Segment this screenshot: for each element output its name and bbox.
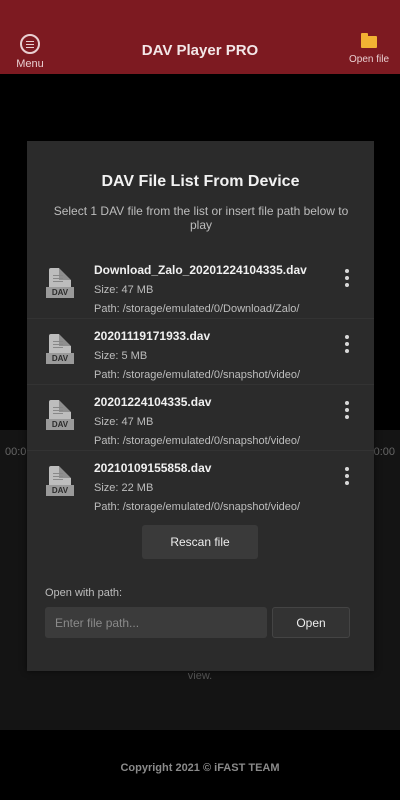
- file-list-item[interactable]: DAV 20210109155858.dav Size: 22 MB Path:…: [27, 451, 374, 516]
- file-path: Path: /storage/emulated/0/snapshot/video…: [94, 501, 301, 513]
- dav-file-icon: DAV: [46, 400, 76, 434]
- file-name: Download_Zalo_20201224104335.dav: [94, 263, 307, 277]
- file-path: Path: /storage/emulated/0/snapshot/video…: [94, 369, 301, 381]
- more-options-icon[interactable]: [341, 399, 353, 423]
- background-hint-text: view.: [187, 670, 213, 682]
- open-file-button[interactable]: Open file: [346, 33, 392, 70]
- file-list: DAV Download_Zalo_20201224104335.dav Siz…: [27, 253, 374, 516]
- file-size: Size: 22 MB: [94, 482, 154, 494]
- file-name: 20201224104335.dav: [94, 395, 212, 409]
- folder-icon: [361, 33, 377, 48]
- top-app-bar: Menu DAV Player PRO Open file: [0, 0, 400, 74]
- file-path: Path: /storage/emulated/0/Download/Zalo/: [94, 303, 300, 315]
- file-size: Size: 47 MB: [94, 416, 154, 428]
- file-name: 20210109155858.dav: [94, 461, 212, 475]
- file-size: Size: 5 MB: [94, 350, 148, 362]
- dav-file-icon: DAV: [46, 466, 76, 500]
- open-button[interactable]: Open: [272, 607, 350, 638]
- file-size: Size: 47 MB: [94, 284, 154, 296]
- file-path: Path: /storage/emulated/0/snapshot/video…: [94, 435, 301, 447]
- file-list-item[interactable]: DAV Download_Zalo_20201224104335.dav Siz…: [27, 253, 374, 319]
- app-title: DAV Player PRO: [141, 42, 259, 59]
- rescan-file-button[interactable]: Rescan file: [142, 525, 258, 559]
- file-name: 20201119171933.dav: [94, 329, 211, 343]
- open-file-label: Open file: [348, 54, 390, 65]
- file-list-dialog: DAV File List From Device Select 1 DAV f…: [27, 141, 374, 671]
- dav-file-icon: DAV: [46, 334, 76, 368]
- current-time: 00:0: [5, 446, 27, 458]
- dialog-subtitle: Select 1 DAV file from the list or inser…: [53, 204, 349, 232]
- copyright-text: Copyright 2021 © iFAST TEAM: [120, 762, 280, 774]
- more-options-icon[interactable]: [341, 333, 353, 357]
- menu-label: Menu: [16, 58, 44, 70]
- open-with-path-label: Open with path:: [45, 587, 123, 599]
- more-options-icon[interactable]: [341, 267, 353, 291]
- dialog-title: DAV File List From Device: [101, 173, 300, 190]
- more-options-icon[interactable]: [341, 465, 353, 489]
- file-list-item[interactable]: DAV 20201119171933.dav Size: 5 MB Path: …: [27, 319, 374, 385]
- file-path-input[interactable]: [45, 607, 267, 638]
- file-list-item[interactable]: DAV 20201224104335.dav Size: 47 MB Path:…: [27, 385, 374, 451]
- total-time: 0:00: [373, 446, 395, 458]
- dav-file-icon: DAV: [46, 268, 76, 302]
